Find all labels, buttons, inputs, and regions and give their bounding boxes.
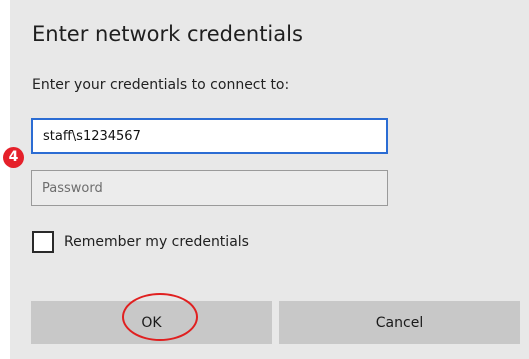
dialog-title: Enter network credentials xyxy=(32,22,303,46)
ok-button-label: OK xyxy=(141,314,162,331)
remember-credentials-label: Remember my credentials xyxy=(64,234,249,250)
ok-button[interactable]: OK xyxy=(31,293,272,344)
step-number-badge: 4 xyxy=(3,147,24,168)
password-field[interactable]: Password xyxy=(31,170,388,206)
cancel-button[interactable]: Cancel xyxy=(279,301,520,344)
remember-credentials-checkbox[interactable] xyxy=(32,231,54,253)
cancel-button-label: Cancel xyxy=(375,314,424,331)
remember-credentials-option[interactable]: Remember my credentials xyxy=(32,231,249,253)
dialog-subtitle: Enter your credentials to connect to: xyxy=(32,77,290,93)
network-credentials-dialog: Enter network credentials Enter your cre… xyxy=(3,0,529,359)
username-field[interactable]: staff\s1234567 xyxy=(31,118,388,154)
